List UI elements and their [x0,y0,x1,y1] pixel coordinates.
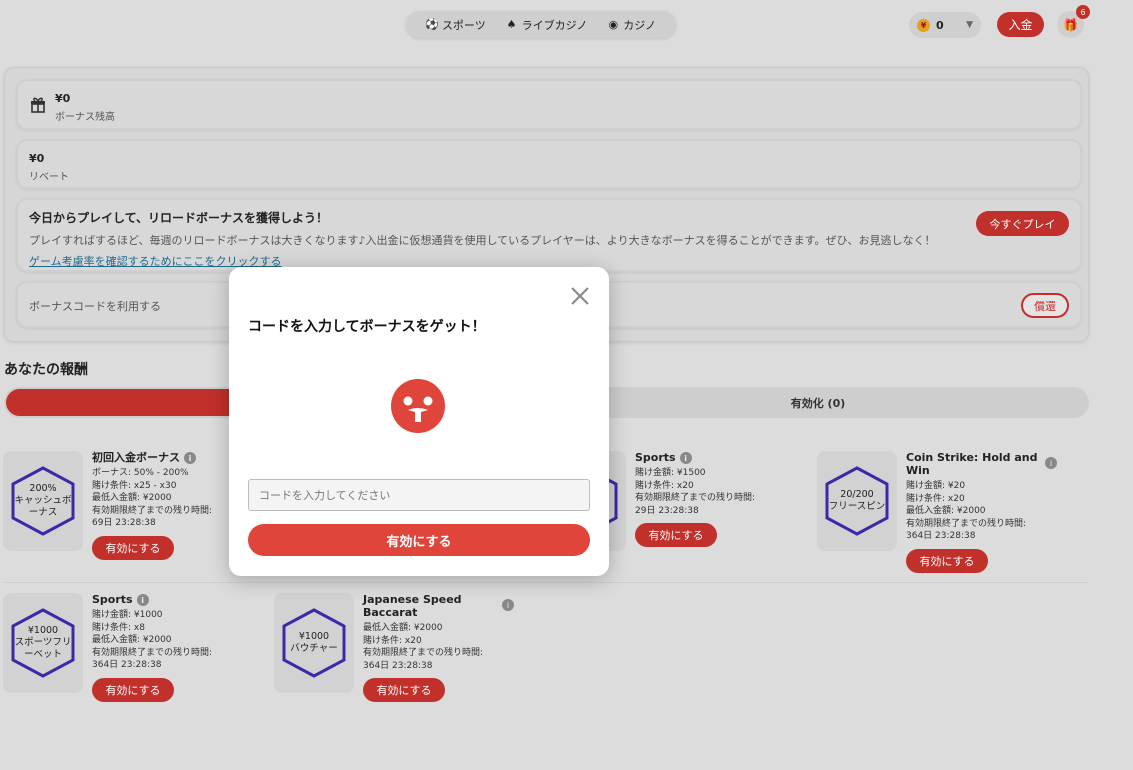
reward-badge-text: ¥1000 バウチャー [290,631,338,654]
reward-badge-text: 200% キャッシュボーナス [14,483,72,518]
modal-title: コードを入力してボーナスをゲット！ [248,319,486,335]
reward-badge-text: ¥1000 スポーツフリーベット [14,625,72,660]
bonus-code-modal: コードを入力してボーナスをゲット！ 有効にする [229,267,609,576]
bonus-code-input[interactable] [248,479,590,511]
activate-code-button[interactable]: 有効にする [248,524,590,556]
close-button[interactable] [568,284,592,308]
reward-badge-text: 20/200 フリースピン [828,489,886,512]
page: ⚽ スポーツ ♠ ライブカジノ ◉ カジノ ¥ 0 ▼ 入金 🎁 6 ¥0 ボー… [0,0,1133,770]
mascot-logo-icon [391,379,445,433]
close-icon [571,287,589,305]
